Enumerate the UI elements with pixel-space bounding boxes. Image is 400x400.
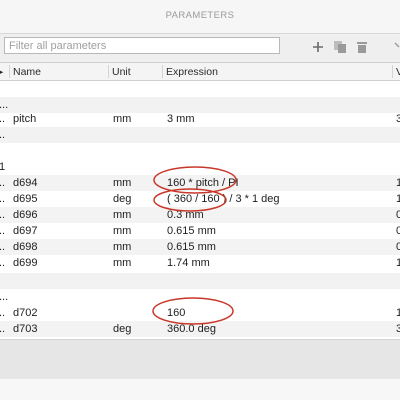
table-row[interactable]: .. d702 160 1	[0, 305, 400, 321]
param-unit: mm	[113, 113, 132, 125]
param-value: 0	[396, 209, 400, 221]
table-row[interactable]: .. d699 mm 1.74 mm 1	[0, 255, 400, 271]
param-name: d703	[13, 323, 38, 335]
param-expression[interactable]: 160	[167, 307, 185, 319]
param-name: pitch	[13, 113, 37, 125]
table-row[interactable]: 1	[0, 159, 400, 175]
table-row	[0, 81, 400, 97]
param-value: 3	[396, 113, 400, 125]
param-name: d702	[13, 307, 38, 319]
expression-column-header[interactable]: Expression	[166, 66, 218, 78]
panel-footer	[0, 339, 400, 380]
param-value: 1	[396, 193, 400, 205]
table-row[interactable]: .. d696 mm 0.3 mm 0	[0, 207, 400, 223]
param-unit: mm	[113, 209, 132, 221]
expand-toggle: 1	[0, 161, 6, 173]
param-expression[interactable]: ( 360 / 160 ) / 3 * 1 deg	[167, 193, 280, 205]
title-bar: PARAMETERS	[0, 0, 400, 34]
trash-icon[interactable]	[354, 39, 370, 55]
param-expression[interactable]: 0.615 mm	[167, 225, 216, 237]
param-expression[interactable]: 160 * pitch / PI	[167, 177, 239, 189]
expand-toggle: ..	[0, 323, 6, 335]
param-expression[interactable]: 0.615 mm	[167, 241, 216, 253]
param-name: d699	[13, 257, 38, 269]
copy-icon[interactable]	[332, 39, 348, 55]
expand-toggle: ..	[0, 307, 6, 319]
value-column-header[interactable]: V	[396, 66, 400, 78]
expand-toggle: ..	[0, 177, 6, 189]
column-header: ▸ Name Unit Expression V	[0, 62, 400, 81]
expand-column-header[interactable]: ▸	[0, 66, 3, 78]
param-expression[interactable]: 360.0 deg	[167, 323, 216, 335]
window-bottom	[0, 379, 400, 400]
plus-icon[interactable]	[310, 39, 326, 55]
expand-toggle: ..	[0, 209, 6, 221]
unit-column-header[interactable]: Unit	[112, 66, 131, 78]
param-unit: mm	[113, 177, 132, 189]
param-expression[interactable]: 1.74 mm	[167, 257, 210, 269]
param-value: 0	[396, 225, 400, 237]
param-value: 3	[396, 323, 400, 335]
expand-toggle: ...	[0, 291, 9, 303]
param-unit: mm	[113, 225, 132, 237]
table-row[interactable]: .. d694 mm 160 * pitch / PI 1	[0, 175, 400, 191]
toolbar	[0, 34, 400, 62]
param-unit: deg	[113, 193, 132, 205]
param-expression[interactable]: 0.3 mm	[167, 209, 204, 221]
param-name: d698	[13, 241, 38, 253]
param-expression[interactable]: 3 mm	[167, 113, 195, 125]
table-row	[0, 143, 400, 159]
more-icon[interactable]	[394, 39, 400, 55]
table-row[interactable]: ..	[0, 127, 400, 143]
parameters-table: ... .. pitch mm 3 mm 3 .. 1 .. d694 mm 160 * pi…	[0, 81, 400, 339]
expand-toggle: ..	[0, 225, 6, 237]
expand-toggle: ...	[0, 99, 9, 111]
param-unit: mm	[113, 241, 132, 253]
expand-toggle: ..	[0, 193, 6, 205]
param-name: d697	[13, 225, 38, 237]
table-row[interactable]: .. d695 deg ( 360 / 160 ) / 3 * 1 deg 1	[0, 191, 400, 207]
param-unit: mm	[113, 257, 132, 269]
table-row[interactable]: .. d698 mm 0.615 mm 0	[0, 239, 400, 255]
param-name: d694	[13, 177, 38, 189]
name-column-header[interactable]: Name	[13, 66, 41, 78]
window-title: PARAMETERS	[165, 10, 235, 21]
expand-toggle: ..	[0, 257, 6, 269]
param-name: d696	[13, 209, 38, 221]
table-row[interactable]	[0, 273, 400, 289]
table-row[interactable]: .. d703 deg 360.0 deg 3	[0, 321, 400, 337]
expand-toggle: ..	[0, 241, 6, 253]
param-name: d695	[13, 193, 38, 205]
param-value: 1	[396, 257, 400, 269]
filter-input[interactable]	[4, 37, 280, 54]
param-unit: deg	[113, 323, 132, 335]
param-value: 1	[396, 177, 400, 189]
expand-toggle: ..	[0, 129, 6, 141]
param-value: 0	[396, 241, 400, 253]
expand-toggle: ..	[0, 113, 6, 125]
table-row[interactable]: ...	[0, 289, 400, 305]
table-row[interactable]: .. d697 mm 0.615 mm 0	[0, 223, 400, 239]
param-value: 1	[396, 307, 400, 319]
table-row[interactable]: .. pitch mm 3 mm 3	[0, 111, 400, 127]
